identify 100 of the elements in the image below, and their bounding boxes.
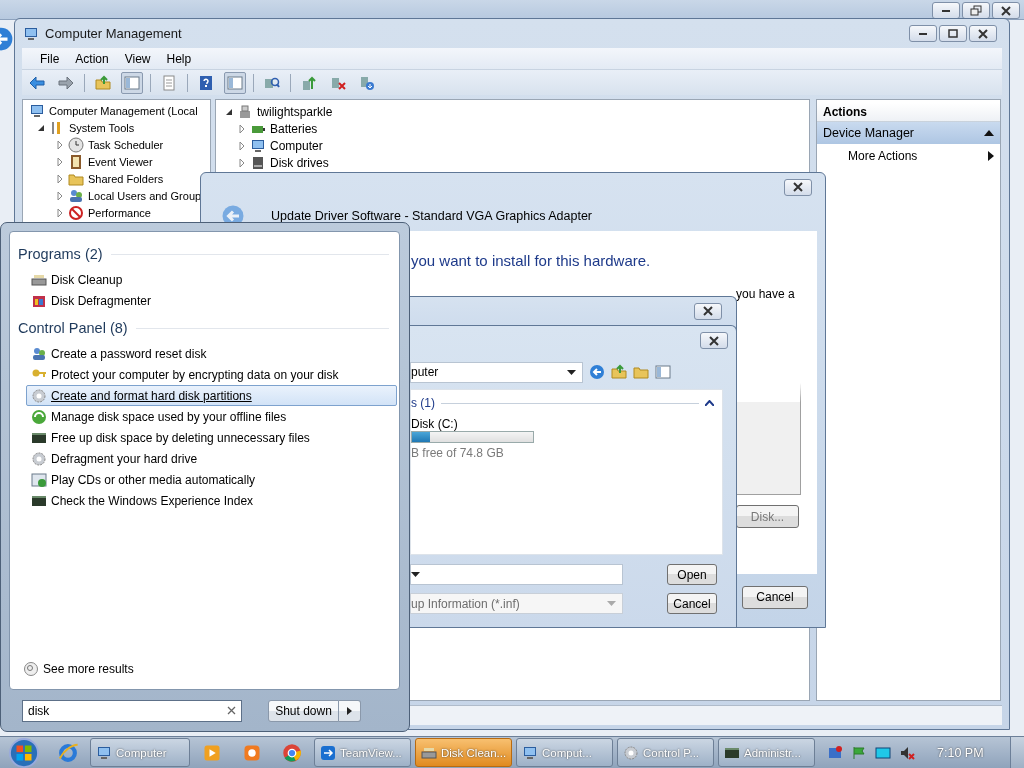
view-menu-icon[interactable] [655,364,671,380]
search-result[interactable]: Create and format hard disk partitions [26,385,397,406]
menu-item[interactable]: Action [67,49,117,68]
search-result[interactable]: Disk Defragmenter [26,290,397,311]
folder-icon[interactable] [95,74,111,91]
tree-item[interactable]: Event Viewer [87,155,154,168]
search-field[interactable]: disk [22,699,242,722]
close-button[interactable] [992,2,1020,19]
start-button[interactable] [9,737,39,768]
search-result[interactable]: Disk Cleanup [26,269,397,290]
close-icon [703,306,713,316]
see-more-link[interactable]: See more results [43,662,134,677]
arrow-icon [347,706,352,715]
close-button[interactable] [784,178,812,196]
search-result[interactable]: Free up disk space by deleting unnecessary files [26,427,397,448]
cancel-button[interactable]: Cancel [742,585,808,609]
file-type-field[interactable]: up Information (*.inf) [410,593,623,614]
gear-icon [31,387,47,404]
new-folder-icon[interactable] [633,364,649,380]
minimize-icon [919,32,927,35]
cancel-button[interactable]: Cancel [667,593,717,614]
group-heading: Programs (2) [18,246,103,262]
tree-item[interactable]: Computer [269,138,324,153]
search-icon [23,661,39,678]
back-arrow-icon[interactable] [29,74,45,91]
maximize-button[interactable] [939,25,967,42]
pane-title: Actions [823,105,867,119]
search-result[interactable]: Defragment your hard drive [26,448,397,469]
gear-icon [623,744,639,761]
tree-item[interactable]: Computer Management (Local [48,104,199,117]
search-result[interactable]: Protect your computer by encrypting data on your disk [26,364,397,385]
menu-item[interactable]: View [116,49,159,68]
group-header[interactable]: s (1) [411,396,435,410]
action-item[interactable]: More Actions [848,149,918,163]
up-folder-icon[interactable] [611,364,627,380]
forward-arrow-icon[interactable] [58,74,74,91]
tree-item[interactable]: Batteries [269,121,319,136]
menu-item[interactable]: Help [158,49,200,68]
free-space-text: B free of 74.8 GB [411,446,505,460]
menu-item[interactable]: File [32,49,68,68]
tree-item[interactable]: Local Users and Group [87,189,203,202]
drive-icon [250,154,266,171]
tree-item[interactable]: Performance [87,206,152,219]
close-button[interactable] [969,25,997,42]
shut-down-options-button[interactable] [339,699,361,722]
monitor-icon [250,137,266,154]
tree-item[interactable]: System Tools [68,121,136,134]
maximize-icon [948,29,958,38]
pane-icon[interactable] [227,74,243,91]
dropdown-arrow-icon[interactable] [567,369,576,375]
media-icon [31,471,47,488]
tree-item[interactable]: Task Scheduler [87,138,165,151]
driver-list[interactable] [736,383,801,495]
dropdown-arrow-icon[interactable] [411,572,420,577]
driver-update-icon[interactable] [301,74,317,91]
file-name-field[interactable] [410,564,623,585]
window-title: Computer Management [45,26,183,41]
close-icon [1001,5,1011,16]
location-field[interactable]: puter [410,361,583,383]
remote-icon [320,744,336,761]
minimize-icon [942,9,950,12]
search-result[interactable]: Check the Windows Experience Index [26,490,397,511]
close-button[interactable] [694,302,722,320]
pane-icon[interactable] [124,74,140,91]
tree-item[interactable]: Shared Folders [87,172,165,185]
clock-icon [68,136,84,153]
display-icon[interactable] [875,744,891,761]
device-icon[interactable] [359,74,375,91]
messenger-icon[interactable] [827,744,843,761]
back-button[interactable] [589,364,605,380]
gear-icon [31,450,47,467]
close-icon [978,28,988,39]
close-icon [793,182,803,192]
shut-down-button[interactable]: Shut down [268,699,339,722]
close-button[interactable] [700,332,728,349]
tree-item[interactable]: twilightsparkle [256,104,334,119]
properties-icon[interactable] [161,74,177,91]
submenu-arrow-icon [988,151,994,161]
restore-icon [970,5,982,16]
minimize-button[interactable] [909,25,937,42]
search-result[interactable]: Play CDs or other media automatically [26,469,397,490]
users-icon [31,345,47,362]
drive-name[interactable]: Disk (C:) [411,417,722,431]
clear-icon[interactable] [227,705,236,715]
search-result[interactable]: Manage disk space used by your offline files [26,406,397,427]
show-desktop-button[interactable] [1010,737,1024,768]
collapse-icon[interactable] [984,129,994,137]
instruction-text: you have a [736,287,796,301]
action-section-header[interactable]: Device Manager [817,122,1000,144]
search-result[interactable]: Create a password reset disk [26,343,397,364]
open-button[interactable]: Open [667,564,717,585]
section-title: Device Manager [823,126,914,140]
help-icon[interactable] [198,74,214,91]
collapse-icon[interactable] [705,400,714,406]
group-heading: Control Panel (8) [18,320,128,336]
users-icon [68,187,84,204]
log-icon [68,153,84,170]
tree-item[interactable]: Disk drives [269,155,330,170]
close-icon [709,335,719,346]
flag-icon[interactable] [851,744,867,761]
